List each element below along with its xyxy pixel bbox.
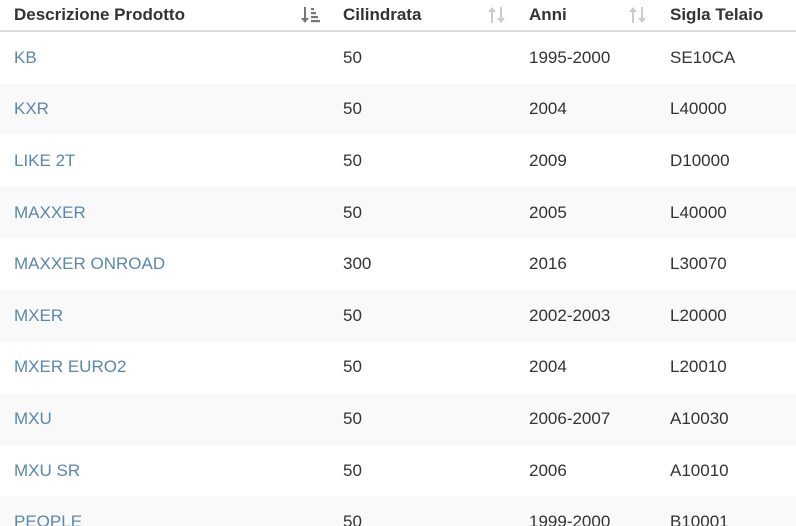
- cell-descrizione: LIKE 2T: [0, 151, 329, 171]
- header-sigla-telaio[interactable]: Sigla Telaio: [656, 0, 796, 30]
- header-cilindrata[interactable]: Cilindrata: [329, 0, 515, 30]
- cell-sigla-telaio: L40000: [670, 202, 727, 222]
- product-link[interactable]: MXU: [14, 409, 52, 428]
- cell-sigla-telaio: L30070: [670, 254, 727, 274]
- cell-cilindrata: 50: [343, 512, 362, 526]
- header-label: Cilindrata: [343, 5, 422, 24]
- product-link[interactable]: KB: [14, 48, 37, 67]
- cell-descrizione: MXER: [0, 306, 329, 326]
- cell-descrizione: MXU SR: [0, 461, 329, 481]
- table-row: KXR 50 2004 L40000: [0, 83, 796, 136]
- table-row: MAXXER ONROAD 300 2016 L30070: [0, 238, 796, 290]
- cell-anni: 2002-2003: [529, 305, 611, 325]
- product-link[interactable]: LIKE 2T: [14, 151, 75, 170]
- cell-cilindrata: 50: [343, 202, 362, 222]
- cell-descrizione: MXU: [0, 409, 329, 429]
- header-label: Anni: [529, 5, 567, 24]
- cell-cilindrata: 50: [343, 357, 362, 377]
- cell-descrizione: PEOPLE: [0, 512, 329, 526]
- cell-cilindrata: 50: [343, 150, 362, 170]
- cell-sigla-telaio: L40000: [670, 99, 727, 119]
- cell-cilindrata: 50: [343, 99, 362, 119]
- product-link[interactable]: PEOPLE: [14, 512, 82, 526]
- sort-both-icon[interactable]: [487, 5, 507, 25]
- cell-anni: 2016: [529, 254, 567, 274]
- product-link[interactable]: MXU SR: [14, 461, 80, 480]
- cell-sigla-telaio: L20000: [670, 305, 727, 325]
- cell-sigla-telaio: A10030: [670, 408, 729, 428]
- cell-anni: 2009: [529, 150, 567, 170]
- cell-anni: 2004: [529, 357, 567, 377]
- cell-cilindrata: 50: [343, 408, 362, 428]
- products-table: Descrizione Prodotto Cilindrata Anni Sig…: [0, 0, 796, 526]
- sort-both-icon[interactable]: [628, 5, 648, 25]
- product-link[interactable]: MAXXER: [14, 203, 86, 222]
- product-link[interactable]: MAXXER ONROAD: [14, 254, 165, 273]
- cell-cilindrata: 50: [343, 460, 362, 480]
- sort-amount-desc-icon[interactable]: [301, 5, 321, 25]
- product-link[interactable]: MXER: [14, 306, 63, 325]
- table-body: KB 50 1995-2000 SE10CA KXR 50 2004 L40000 LIKE 2…: [0, 32, 796, 526]
- cell-cilindrata: 50: [343, 47, 362, 67]
- table-header: Descrizione Prodotto Cilindrata Anni Sig…: [0, 0, 796, 32]
- header-label: Descrizione Prodotto: [14, 5, 185, 24]
- header-anni[interactable]: Anni: [515, 0, 656, 30]
- product-link[interactable]: MXER EURO2: [14, 357, 126, 376]
- table-row: PEOPLE 50 1999-2000 B10001: [0, 496, 796, 526]
- cell-sigla-telaio: D10000: [670, 150, 730, 170]
- cell-descrizione: MXER EURO2: [0, 357, 329, 377]
- header-label: Sigla Telaio: [670, 5, 764, 24]
- cell-cilindrata: 50: [343, 305, 362, 325]
- cell-anni: 2006-2007: [529, 408, 611, 428]
- cell-anni: 2004: [529, 99, 567, 119]
- cell-descrizione: KXR: [0, 99, 329, 119]
- cell-descrizione: MAXXER: [0, 203, 329, 223]
- table-row: LIKE 2T 50 2009 D10000: [0, 135, 796, 187]
- table-row: MXER 50 2002-2003 L20000: [0, 289, 796, 342]
- cell-sigla-telaio: SE10CA: [670, 47, 736, 67]
- table-row: KB 50 1995-2000 SE10CA: [0, 32, 796, 84]
- cell-descrizione: KB: [0, 48, 329, 68]
- cell-anni: 1995-2000: [529, 47, 611, 67]
- header-descrizione-prodotto[interactable]: Descrizione Prodotto: [0, 0, 329, 30]
- cell-sigla-telaio: B10001: [670, 512, 729, 526]
- cell-anni: 2006: [529, 460, 567, 480]
- table-row: MXU 50 2006-2007 A10030: [0, 393, 796, 445]
- table-row: MXU SR 50 2006 A10010: [0, 444, 796, 497]
- product-link[interactable]: KXR: [14, 99, 49, 118]
- table-row: MAXXER 50 2005 L40000: [0, 186, 796, 239]
- table-row: MXER EURO2 50 2004 L20010: [0, 341, 796, 394]
- cell-sigla-telaio: A10010: [670, 460, 729, 480]
- cell-anni: 1999-2000: [529, 512, 611, 526]
- cell-anni: 2005: [529, 202, 567, 222]
- cell-cilindrata: 300: [343, 254, 372, 274]
- cell-descrizione: MAXXER ONROAD: [0, 254, 329, 274]
- cell-sigla-telaio: L20010: [670, 357, 727, 377]
